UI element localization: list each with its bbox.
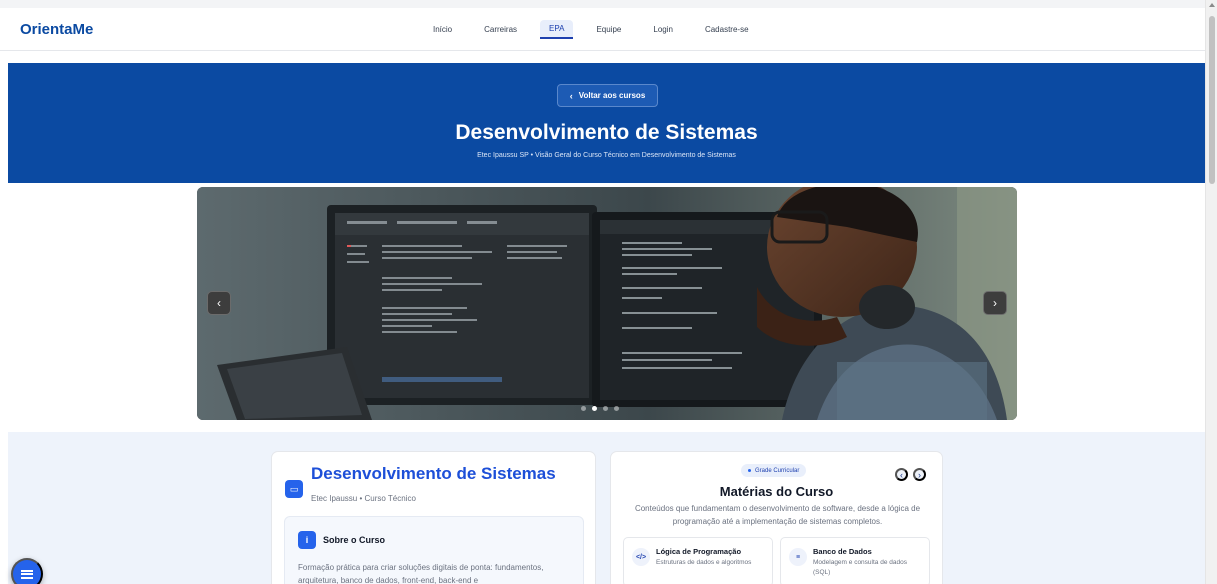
subject-text: Modelagem e consulta de dados (SQL) bbox=[813, 559, 907, 576]
database-icon: ≡ bbox=[789, 548, 807, 566]
menu-icon bbox=[21, 569, 33, 579]
nav-link-login[interactable]: Login bbox=[644, 21, 682, 38]
subject-item-logica[interactable]: </> Lógica de Programação Estruturas de … bbox=[623, 537, 773, 584]
carousel-dot[interactable] bbox=[603, 406, 608, 411]
carousel-slide-image bbox=[197, 187, 1017, 420]
about-course-title: Sobre o Curso bbox=[323, 535, 386, 545]
browser-top-strip bbox=[0, 0, 1205, 8]
badge-dot-icon bbox=[748, 469, 751, 472]
code-icon: </> bbox=[632, 548, 650, 566]
course-info-card: ▭ Desenvolvimento de Sistemas Etec Ipaus… bbox=[271, 451, 596, 584]
chevron-left-icon: ‹ bbox=[217, 296, 221, 310]
subjects-next-button[interactable]: › bbox=[913, 468, 926, 481]
subjects-card: Grade Curricular ‹ › Matérias do Curso C… bbox=[610, 451, 943, 584]
brand-logo[interactable]: OrientaMe bbox=[20, 21, 93, 38]
course-card-title: Desenvolvimento de Sistemas bbox=[311, 464, 556, 483]
chevron-left-icon: ‹ bbox=[569, 90, 573, 101]
nav-links: Início Carreiras EPA Equipe Login Cadast… bbox=[424, 20, 772, 39]
hero-banner: ‹ Voltar aos cursos Desenvolvimento de S… bbox=[8, 63, 1205, 183]
nav-link-equipe[interactable]: Equipe bbox=[587, 21, 630, 38]
nav-link-cadastre-se[interactable]: Cadastre-se bbox=[696, 21, 758, 38]
course-card-subtitle: Etec Ipaussu • Curso Técnico bbox=[311, 494, 416, 503]
chevron-right-icon: › bbox=[993, 296, 997, 310]
scrollbar-thumb[interactable] bbox=[1209, 16, 1215, 184]
nav-link-inicio[interactable]: Início bbox=[424, 21, 461, 38]
subjects-title: Matérias do Curso bbox=[719, 484, 834, 499]
subjects-prev-button[interactable]: ‹ bbox=[895, 468, 908, 481]
subject-text: Estruturas de dados e algoritmos bbox=[656, 559, 752, 566]
back-button-label: Voltar aos cursos bbox=[578, 91, 646, 100]
carousel-dot[interactable] bbox=[581, 406, 586, 411]
badge-label: Grade Curricular bbox=[755, 467, 800, 474]
carousel-indicators bbox=[581, 406, 625, 411]
carousel-dot-active[interactable] bbox=[592, 406, 597, 411]
menu-fab-button[interactable] bbox=[11, 558, 43, 584]
page-subtitle: Etec Ipaussu SP • Visão Geral do Curso T… bbox=[477, 152, 736, 159]
top-navbar: OrientaMe Início Carreiras EPA Equipe Lo… bbox=[0, 8, 1205, 51]
scroll-up-icon[interactable] bbox=[1209, 3, 1215, 7]
back-to-courses-button[interactable]: ‹ Voltar aos cursos bbox=[557, 84, 658, 107]
monitor-icon: ▭ bbox=[285, 480, 303, 498]
subject-title: Lógica de Programação bbox=[656, 547, 742, 556]
chevron-left-icon: ‹ bbox=[900, 469, 903, 480]
page-title: Desenvolvimento de Sistemas bbox=[455, 121, 758, 144]
content-section-background bbox=[8, 432, 1205, 584]
about-course-box: i Sobre o Curso Formação prática para cr… bbox=[284, 516, 584, 584]
about-course-text: Formação prática para criar soluções dig… bbox=[298, 563, 544, 584]
image-carousel: ‹ › bbox=[197, 187, 1017, 420]
curriculum-badge: Grade Curricular bbox=[741, 464, 807, 477]
subjects-description: Conteúdos que fundamentam o desenvolvime… bbox=[634, 504, 921, 526]
subject-title: Banco de Dados bbox=[813, 547, 872, 556]
chevron-right-icon: › bbox=[918, 469, 921, 480]
subject-item-banco-de-dados[interactable]: ≡ Banco de Dados Modelagem e consulta de… bbox=[780, 537, 930, 584]
nav-link-carreiras[interactable]: Carreiras bbox=[475, 21, 526, 38]
carousel-next-button[interactable]: › bbox=[983, 291, 1007, 315]
carousel-dot[interactable] bbox=[614, 406, 619, 411]
info-icon: i bbox=[298, 531, 316, 549]
vertical-scrollbar[interactable] bbox=[1205, 0, 1217, 584]
carousel-prev-button[interactable]: ‹ bbox=[207, 291, 231, 315]
nav-link-epa[interactable]: EPA bbox=[540, 20, 574, 39]
